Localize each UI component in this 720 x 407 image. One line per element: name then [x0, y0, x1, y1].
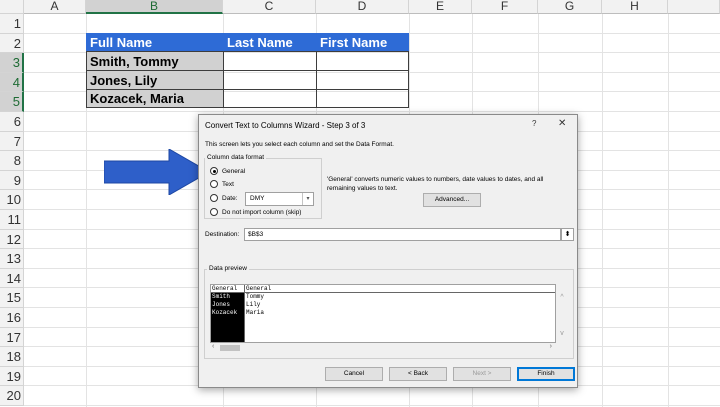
dialog-intro-text: This screen lets you select each column … [205, 141, 394, 148]
row-header-17[interactable]: 17 [0, 328, 24, 347]
chevron-down-icon[interactable]: ▾ [302, 193, 313, 205]
preview-col1-header: General [211, 285, 244, 293]
preview-vertical-scrollbar[interactable]: ^ v [556, 284, 568, 343]
cell-d2-header[interactable]: First Name [316, 33, 409, 52]
scroll-up-icon[interactable]: ^ [556, 294, 568, 301]
row-header-10[interactable]: 10 [0, 190, 24, 210]
annotation-arrow-icon [104, 149, 209, 195]
row-header-1[interactable]: 1 [0, 14, 24, 34]
date-format-select[interactable]: DMY ▾ [245, 192, 314, 206]
text-to-columns-dialog: Convert Text to Columns Wizard - Step 3 … [198, 114, 578, 388]
dialog-title: Convert Text to Columns Wizard - Step 3 … [205, 121, 366, 130]
row-header-13[interactable]: 13 [0, 249, 24, 269]
cell-d5[interactable] [316, 89, 409, 108]
column-header-e[interactable]: E [409, 0, 472, 14]
column-header-h[interactable]: H [602, 0, 668, 14]
preview-col1-row: Jones [212, 301, 231, 308]
row-header-20[interactable]: 20 [0, 386, 24, 406]
date-radio[interactable] [210, 194, 218, 202]
preview-col2-row: Tommy [246, 293, 265, 300]
preview-col1-row: Kozacek [212, 309, 238, 316]
column-header-filler [668, 0, 720, 14]
preview-col2-row: Maria [246, 309, 265, 316]
advanced-button[interactable]: Advanced... [423, 193, 481, 207]
scroll-right-icon[interactable]: › [550, 343, 552, 350]
destination-label: Destination: [205, 231, 240, 238]
preview-column-1[interactable]: General Smith Jones Kozacek [211, 285, 244, 342]
row-header-8[interactable]: 8 [0, 151, 24, 171]
cell-c3[interactable] [223, 51, 317, 71]
close-icon[interactable]: ✕ [558, 118, 566, 129]
cell-b2-header[interactable]: Full Name [86, 33, 224, 52]
column-data-format-label: Column data format [205, 154, 267, 161]
cell-c4[interactable] [223, 70, 317, 90]
help-icon[interactable]: ? [532, 119, 536, 128]
scroll-down-icon[interactable]: v [556, 330, 568, 337]
skip-radio-label[interactable]: Do not import column (skip) [222, 209, 301, 216]
gridline-horizontal [24, 111, 720, 112]
cell-b4[interactable]: Jones, Lily [86, 70, 224, 90]
gridline-horizontal [24, 405, 720, 406]
cancel-button[interactable]: Cancel [325, 367, 383, 381]
preview-horizontal-scrollbar[interactable]: ‹ › [210, 343, 556, 353]
skip-radio[interactable] [210, 208, 218, 216]
preview-col1-row: Smith [212, 293, 231, 300]
row-header-11[interactable]: 11 [0, 210, 24, 230]
preview-column-2[interactable]: General Tommy Lily Maria [245, 285, 555, 342]
cell-b5[interactable]: Kozacek, Maria [86, 89, 224, 108]
cell-b3[interactable]: Smith, Tommy [86, 51, 224, 71]
row-header-4[interactable]: 4 [0, 73, 24, 92]
data-preview-area[interactable]: General Smith Jones Kozacek General Tomm… [210, 284, 556, 343]
column-header-c[interactable]: C [223, 0, 316, 14]
scroll-thumb[interactable] [220, 345, 240, 351]
general-radio[interactable] [210, 167, 218, 175]
finish-button[interactable]: Finish [517, 367, 575, 381]
select-all-corner[interactable] [0, 0, 24, 14]
row-header-18[interactable]: 18 [0, 347, 24, 367]
row-header-16[interactable]: 16 [0, 308, 24, 328]
cell-d3[interactable] [316, 51, 409, 71]
row-header-3[interactable]: 3 [0, 53, 24, 73]
data-preview-label: Data preview [207, 265, 249, 272]
date-radio-label[interactable]: Date: [222, 195, 238, 202]
row-header-2[interactable]: 2 [0, 34, 24, 53]
column-header-f[interactable]: F [472, 0, 538, 14]
row-header-6[interactable]: 6 [0, 112, 24, 132]
back-button[interactable]: < Back [389, 367, 447, 381]
next-button[interactable]: Next > [453, 367, 511, 381]
preview-col2-row: Lily [246, 301, 261, 308]
destination-input[interactable]: $B$3 [244, 228, 561, 241]
collapse-dialog-icon[interactable]: ⬍ [561, 228, 574, 241]
column-header-b[interactable]: B [86, 0, 223, 14]
text-radio-label[interactable]: Text [222, 181, 234, 188]
row-header-14[interactable]: 14 [0, 269, 24, 288]
date-format-value: DMY [250, 195, 265, 202]
row-header-9[interactable]: 9 [0, 171, 24, 190]
row-header-7[interactable]: 7 [0, 132, 24, 151]
row-header-15[interactable]: 15 [0, 288, 24, 308]
format-info-text: 'General' converts numeric values to num… [327, 176, 544, 192]
text-radio[interactable] [210, 180, 218, 188]
column-header-d[interactable]: D [316, 0, 409, 14]
column-header-a[interactable]: A [24, 0, 86, 14]
row-header-19[interactable]: 19 [0, 367, 24, 386]
column-header-g[interactable]: G [538, 0, 602, 14]
cell-c5[interactable] [223, 89, 317, 108]
row-header-12[interactable]: 12 [0, 230, 24, 249]
preview-col2-header: General [245, 285, 555, 293]
row-header-5[interactable]: 5 [0, 92, 24, 112]
cell-d4[interactable] [316, 70, 409, 90]
general-radio-label[interactable]: General [222, 168, 245, 175]
scroll-left-icon[interactable]: ‹ [212, 343, 214, 350]
cell-c2-header[interactable]: Last Name [223, 33, 317, 52]
